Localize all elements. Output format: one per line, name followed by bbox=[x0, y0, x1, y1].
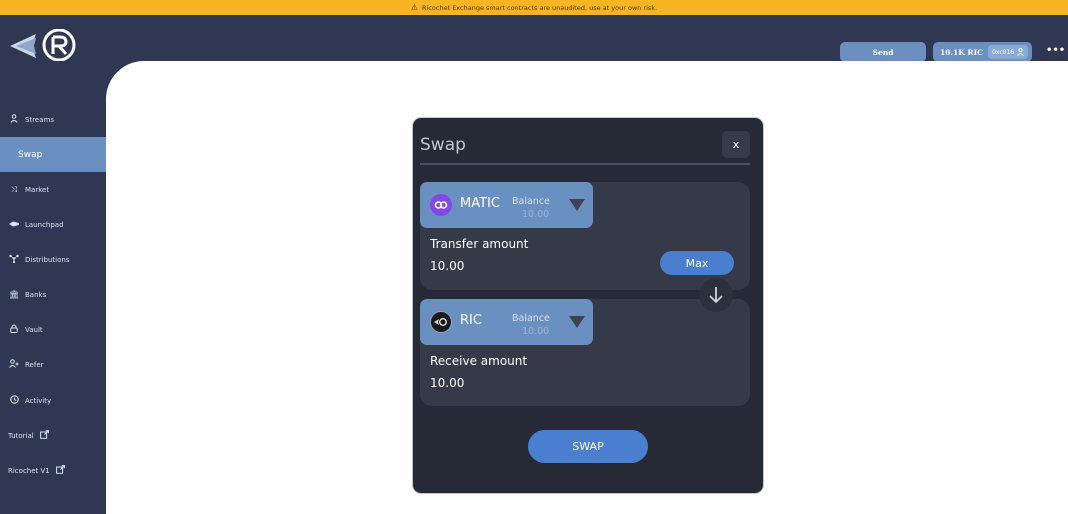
arrow-down-icon bbox=[709, 287, 723, 304]
from-balance-value: 10.00 bbox=[522, 209, 550, 220]
chevron-down-icon bbox=[569, 199, 585, 211]
warning-banner: ⚠ Ricochet Exchange smart contracts are … bbox=[0, 0, 1068, 15]
user-icon bbox=[9, 114, 19, 125]
external-link-icon bbox=[39, 430, 49, 441]
sidebar-item-market[interactable]: ⤨ Market bbox=[0, 172, 106, 207]
bank-icon: 🏛 bbox=[9, 290, 20, 299]
warning-text: Ricochet Exchange smart contracts are un… bbox=[422, 3, 658, 12]
send-button[interactable]: Send bbox=[840, 42, 926, 62]
receive-amount-label: Receive amount bbox=[430, 354, 528, 368]
sidebar-item-label: Distributions bbox=[25, 255, 70, 264]
clock-icon bbox=[9, 395, 19, 406]
wallet-balance: 10.1K RIC bbox=[940, 47, 984, 57]
external-link-icon bbox=[55, 465, 65, 476]
max-button[interactable]: Max bbox=[660, 251, 734, 275]
share-icon bbox=[9, 254, 19, 265]
modal-title: Swap bbox=[420, 135, 466, 155]
top-header: Send 10.1K RIC 0xc016 ••• bbox=[0, 15, 1068, 63]
lock-icon bbox=[9, 324, 19, 335]
ricochet-logo[interactable] bbox=[10, 29, 78, 63]
sidebar-item-label: Activity bbox=[25, 396, 52, 405]
swap-direction-button[interactable] bbox=[699, 278, 733, 312]
chevron-down-icon bbox=[569, 316, 585, 328]
from-token-select[interactable]: MATIC Balance 10.00 bbox=[420, 182, 593, 228]
sidebar-item-launchpad[interactable]: Launchpad bbox=[0, 207, 106, 242]
sidebar-item-label: Tutorial bbox=[8, 431, 34, 440]
sidebar-item-label: Ricochet V1 bbox=[8, 466, 50, 475]
from-token-name: MATIC bbox=[460, 196, 500, 211]
sidebar-item-distributions[interactable]: Distributions bbox=[0, 242, 106, 277]
more-options-icon[interactable]: ••• bbox=[1046, 45, 1065, 56]
user-plus-icon bbox=[9, 359, 19, 370]
sidebar-item-ricochet-v1[interactable]: Ricochet V1 bbox=[0, 453, 106, 488]
wallet-address-badge[interactable]: 0xc016 bbox=[988, 45, 1029, 59]
sidebar-item-tutorial[interactable]: Tutorial bbox=[0, 418, 106, 453]
rocket-icon bbox=[9, 220, 19, 230]
sidebar-item-refer[interactable]: Refer bbox=[0, 347, 106, 382]
wallet-address: 0xc016 bbox=[992, 48, 1015, 56]
sidebar-item-label: Banks bbox=[25, 290, 47, 299]
sidebar-item-banks[interactable]: 🏛 Banks bbox=[0, 277, 106, 312]
transfer-amount-label: Transfer amount bbox=[430, 237, 529, 251]
sidebar-item-label: Refer bbox=[25, 360, 44, 369]
sidebar-item-label: Streams bbox=[25, 115, 54, 124]
sidebar-item-streams[interactable]: Streams bbox=[0, 102, 106, 137]
from-balance-label: Balance bbox=[512, 196, 550, 207]
transfer-amount-input[interactable]: 10.00 bbox=[430, 259, 464, 273]
sidebar-item-label: Swap bbox=[18, 149, 43, 160]
ric-token-icon bbox=[430, 311, 452, 333]
close-button[interactable]: x bbox=[722, 131, 750, 158]
receive-amount-value: 10.00 bbox=[430, 376, 465, 390]
to-token-select[interactable]: RIC Balance 10.00 bbox=[420, 299, 593, 345]
to-balance-label: Balance bbox=[512, 313, 550, 324]
sidebar-item-label: Launchpad bbox=[25, 220, 64, 229]
swap-modal: Swap x MATIC Balance 10.00 Transfer amou… bbox=[413, 118, 763, 493]
sidebar-item-vault[interactable]: Vault bbox=[0, 312, 106, 347]
from-panel: MATIC Balance 10.00 Transfer amount 10.0… bbox=[420, 182, 750, 290]
sidebar-item-swap[interactable]: Swap bbox=[0, 137, 106, 172]
to-panel: RIC Balance 10.00 Receive amount 10.00 bbox=[420, 299, 750, 406]
divider bbox=[420, 163, 750, 165]
matic-token-icon bbox=[430, 194, 452, 216]
sidebar-item-label: Market bbox=[25, 185, 50, 194]
swap-button[interactable]: SWAP bbox=[528, 430, 648, 463]
to-balance-value: 10.00 bbox=[522, 326, 550, 337]
wallet-button[interactable]: 10.1K RIC 0xc016 bbox=[933, 42, 1032, 62]
sidebar-item-activity[interactable]: Activity bbox=[0, 383, 106, 418]
user-icon bbox=[1017, 48, 1024, 56]
sidebar-item-label: Vault bbox=[25, 325, 43, 334]
to-token-name: RIC bbox=[460, 313, 482, 328]
warning-icon: ⚠ bbox=[410, 2, 419, 12]
shuffle-icon: ⤨ bbox=[10, 184, 18, 194]
